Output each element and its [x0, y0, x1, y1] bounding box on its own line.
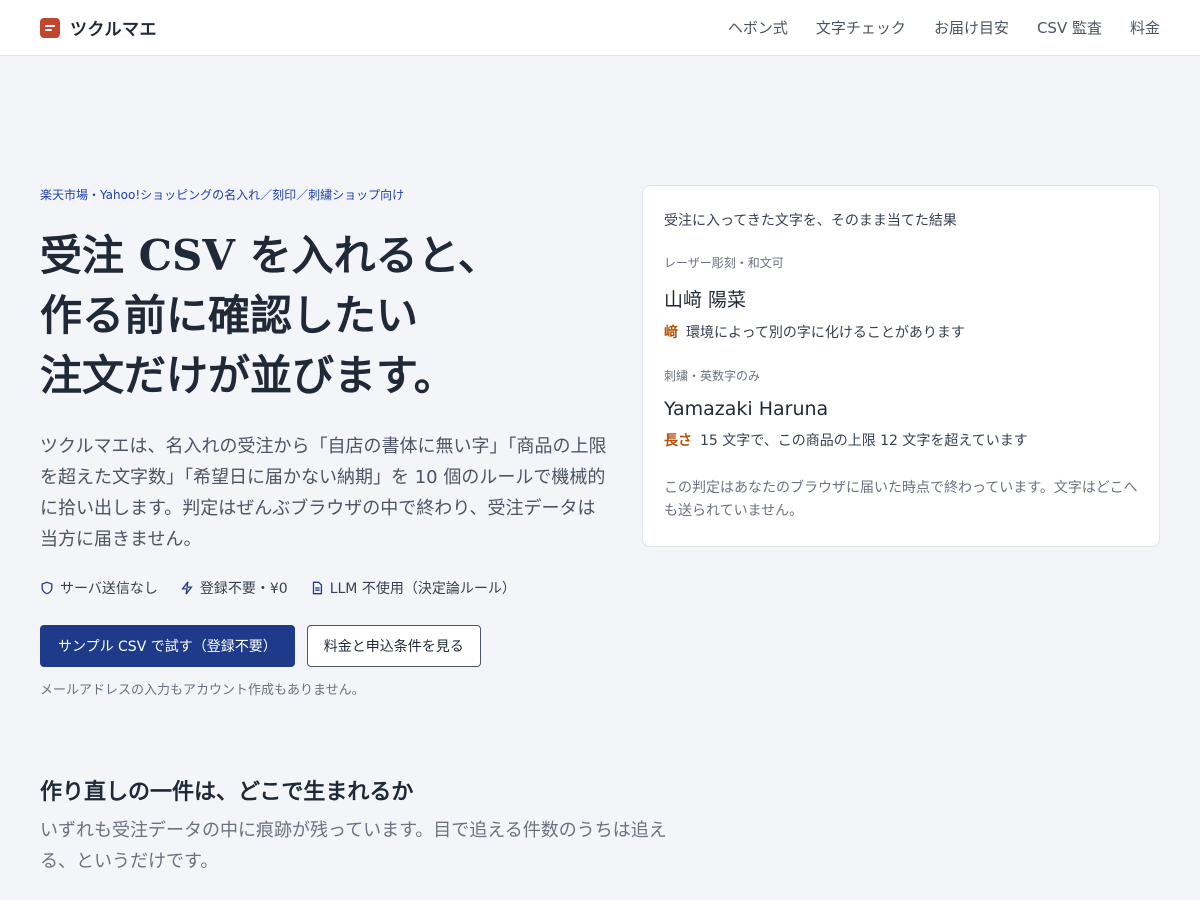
feature-label: 登録不要・¥0 [199, 581, 288, 597]
item-name: Yamazaki Haruna [664, 398, 829, 420]
hero-kicker: 楽天市場・Yahoo!ショッピングの名入れ／刻印／刺繍ショップ向け [40, 188, 405, 202]
try-sample-csv-button[interactable]: サンプル CSV で試す（登録不要） [40, 625, 295, 667]
warning-text: 環境によって別の字に化けることがあります [686, 325, 965, 341]
feature-label: サーバ送信なし [60, 581, 158, 597]
logo-icon [40, 17, 60, 38]
item-name: 山﨑 陽菜 [664, 289, 747, 311]
nav-link-csv-audit[interactable]: CSV 監査 [1037, 17, 1102, 38]
card-title: 受注に入ってきた文字を、そのまま当てた結果 [664, 213, 957, 229]
hero-lead: ツクルマエは、名入れの受注から「自店の書体に無い字」「商品の上限を超えた文字数」… [40, 436, 607, 550]
document-icon [312, 581, 322, 595]
section-description: いずれも受注データの中に痕跡が残っています。目で追える件数のうちは追える、という… [40, 820, 667, 872]
brand-name: ツクルマエ [70, 20, 157, 40]
hero-section: 楽天市場・Yahoo!ショッピングの名入れ／刻印／刺繍ショップ向け 受注 CSV… [0, 56, 1200, 698]
brand[interactable]: ツクルマエ [40, 15, 157, 40]
site-header: ツクルマエ ヘボン式 文字チェック お届け目安 CSV 監査 料金 [0, 0, 1200, 56]
card-footer: この判定はあなたのブラウザに届いた時点で終わっています。文字はどこへも送られてい… [664, 480, 1138, 519]
view-pricing-button[interactable]: 料金と申込条件を見る [306, 625, 481, 667]
item-warning: 長さ 15 文字で、この商品の上限 12 文字を超えています [664, 430, 1139, 450]
feature-label: LLM 不使用（決定論ルール） [329, 581, 516, 597]
nav-link-pricing[interactable]: 料金 [1130, 17, 1160, 38]
item-meta: 刺繍・英数字のみ [664, 369, 761, 383]
main-nav: ヘボン式 文字チェック お届け目安 CSV 監査 料金 [728, 17, 1160, 38]
nav-link-char-check[interactable]: 文字チェック [816, 17, 906, 38]
cta-row: サンプル CSV で試す（登録不要） 料金と申込条件を見る [40, 625, 481, 667]
feature-list: サーバ送信なし 登録不要・¥0 LLM 不使用（決定論ルール） [40, 578, 516, 598]
result-item: レーザー彫刻・和文可 山﨑 陽菜 﨑 環境によって別の字に化けることがあります [664, 254, 1139, 342]
cta-note: メールアドレスの入力もアカウント作成もありません。 [40, 683, 365, 698]
item-warning: 﨑 環境によって別の字に化けることがあります [664, 322, 1139, 342]
warning-tag: 長さ [664, 433, 692, 449]
feature-free: 登録不要・¥0 [180, 578, 288, 598]
headline-line-2: 作る前に確認したい [40, 291, 419, 340]
nav-link-hepburn[interactable]: ヘボン式 [728, 17, 788, 38]
nav-link-delivery[interactable]: お届け目安 [934, 17, 1009, 38]
result-card: 受注に入ってきた文字を、そのまま当てた結果 レーザー彫刻・和文可 山﨑 陽菜 﨑… [642, 185, 1160, 547]
shield-icon [41, 581, 53, 595]
result-item: 刺繍・英数字のみ Yamazaki Haruna 長さ 15 文字で、この商品の… [664, 367, 1139, 450]
warning-text: 15 文字で、この商品の上限 12 文字を超えています [700, 433, 1028, 449]
headline-line-1: 受注 CSV を入れると、 [40, 231, 500, 280]
section-title: 作り直しの一件は、どこで生まれるか [40, 780, 414, 805]
feature-no-server: サーバ送信なし [40, 578, 158, 598]
headline-line-3: 注文だけが並びます。 [40, 351, 456, 400]
feature-no-llm: LLM 不使用（決定論ルール） [310, 578, 516, 598]
lightning-icon [181, 581, 193, 595]
hero-headline: 受注 CSV を入れると、 作る前に確認したい 注文だけが並びます。 [40, 226, 600, 406]
warning-tag: 﨑 [664, 325, 678, 341]
item-meta: レーザー彫刻・和文可 [664, 256, 784, 270]
